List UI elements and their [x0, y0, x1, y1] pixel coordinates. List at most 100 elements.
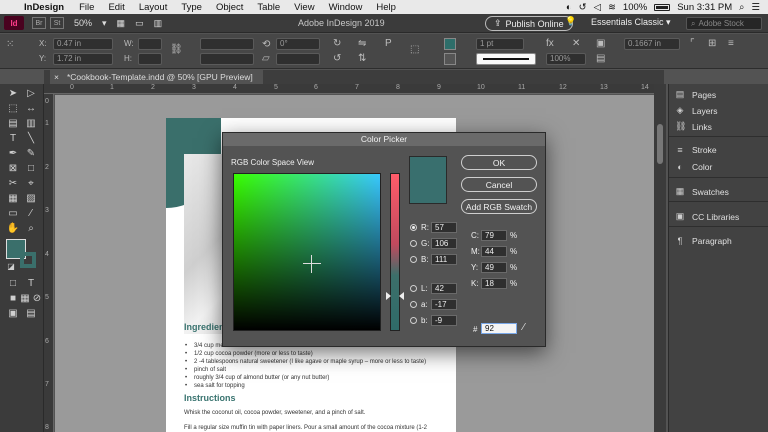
list-item[interactable]: roughly 3/4 cup of almond butter (or any… — [185, 375, 329, 381]
cancel-button[interactable]: Cancel — [461, 177, 537, 192]
chevron-down-icon[interactable]: ▾ — [102, 18, 107, 29]
panel-swatches[interactable]: ▦ Swatches — [675, 186, 729, 197]
ok-button[interactable]: OK — [461, 155, 537, 170]
rectangle-frame-tool-icon[interactable]: ⊠ — [6, 162, 20, 175]
eyedropper-tool-icon[interactable]: ⁄ — [24, 207, 38, 220]
instruction-paragraph[interactable]: Whisk the coconut oil, cocoa powder, swe… — [184, 410, 365, 416]
b-field[interactable]: 111 — [431, 254, 457, 265]
list-item[interactable]: 2 -4 tablespoons natural sweetener (I li… — [185, 359, 426, 365]
clear-effects-icon[interactable]: ✕ — [572, 38, 580, 49]
a-radio[interactable] — [410, 301, 417, 308]
lab-b-field[interactable]: -9 — [431, 315, 457, 326]
instructions-heading[interactable]: Instructions — [184, 393, 236, 403]
document-tab[interactable]: × *Cookbook-Template.indd @ 50% [GPU Pre… — [50, 70, 263, 84]
wrap-icon[interactable]: ▣ — [596, 38, 605, 49]
menu-edit[interactable]: Edit — [101, 2, 131, 13]
corner-options-icon[interactable]: ⌜ — [690, 38, 695, 49]
flip-indicator-icon[interactable]: P — [385, 38, 392, 49]
align-icon[interactable]: ▤ — [596, 53, 605, 64]
r-radio[interactable] — [410, 224, 417, 231]
rotate-ccw-icon[interactable]: ↺ — [333, 53, 341, 64]
timemachine-icon[interactable]: ↺ — [579, 2, 587, 13]
stroke-color-swatch[interactable] — [20, 252, 36, 268]
hand-tool-icon[interactable]: ✋ — [6, 222, 20, 235]
wifi-icon[interactable]: ≋ — [608, 2, 616, 13]
search-icon[interactable]: ⌕ — [739, 2, 744, 13]
dimension-field[interactable]: 0.1667 in — [624, 38, 680, 50]
gradient-feather-tool-icon[interactable]: ▨ — [24, 192, 38, 205]
list-item[interactable]: 1/2 cup cocoa powder (more or less to ta… — [185, 351, 313, 357]
rectangle-tool-icon[interactable]: □ — [24, 162, 38, 175]
x-field[interactable]: 0.47 in — [53, 38, 113, 50]
add-rgb-swatch-button[interactable]: Add RGB Swatch — [461, 199, 537, 214]
scissors-tool-icon[interactable]: ✂ — [6, 177, 20, 190]
panel-links[interactable]: ⛓ Links — [675, 121, 712, 132]
y-field[interactable]: 49 — [481, 262, 507, 273]
menu-view[interactable]: View — [287, 2, 321, 13]
menu-table[interactable]: Table — [250, 2, 287, 13]
vertical-scrollbar[interactable] — [654, 84, 666, 432]
free-transform-tool-icon[interactable]: ⌖ — [24, 177, 38, 190]
pencil-tool-icon[interactable]: ✎ — [24, 147, 38, 160]
menu-layout[interactable]: Layout — [132, 2, 175, 13]
bridge-button[interactable]: Br — [32, 17, 46, 29]
menu-help[interactable]: Help — [369, 2, 403, 13]
menu-app-name[interactable]: InDesign — [22, 2, 72, 13]
publish-online-button[interactable]: ⇪ Publish Online — [485, 16, 573, 31]
fill-swatch[interactable] — [444, 38, 456, 50]
constrain-proportions-icon[interactable]: ⛓ — [170, 44, 183, 55]
color-field[interactable] — [233, 173, 381, 331]
list-item[interactable]: pinch of salt — [185, 367, 226, 373]
g-radio[interactable] — [410, 240, 417, 247]
k-field[interactable]: 18 — [481, 278, 507, 289]
workspace-switcher[interactable]: Essentials Classic ▾ — [591, 17, 671, 28]
l-radio[interactable] — [410, 285, 417, 292]
gradient-swatch-tool-icon[interactable]: ▦ — [6, 192, 20, 205]
eyedropper-icon[interactable]: ⁄ — [523, 322, 525, 333]
view-options-icon[interactable]: ▦ — [117, 18, 126, 29]
select-container-icon[interactable]: ⬚ — [410, 44, 419, 55]
scrollbar-thumb[interactable] — [657, 124, 663, 164]
w-field[interactable] — [138, 38, 162, 50]
zoom-tool-icon[interactable]: ⌕ — [24, 222, 38, 235]
panel-paragraph[interactable]: ¶ Paragraph — [675, 236, 732, 246]
panel-color[interactable]: ◐ Color — [675, 162, 712, 172]
line-tool-icon[interactable]: ╲ — [24, 132, 38, 145]
opacity-field[interactable]: 100% — [546, 53, 586, 65]
stroke-type-dropdown[interactable] — [476, 53, 536, 65]
lightbulb-icon[interactable]: 💡 — [565, 16, 576, 27]
selection-tool-icon[interactable]: ➤ — [6, 87, 20, 100]
stock-button[interactable]: St — [50, 17, 64, 29]
menu-type[interactable]: Type — [174, 2, 209, 13]
reference-point-icon[interactable]: ⁙ — [6, 39, 14, 50]
zoom-control[interactable]: 50% ▾ ▦ ▭ ▥ — [74, 18, 162, 29]
c-field[interactable]: 79 — [481, 230, 507, 241]
panel-cc-libraries[interactable]: ▣ CC Libraries — [675, 211, 740, 222]
h-field[interactable] — [138, 53, 162, 65]
zoom-value[interactable]: 50% — [74, 18, 92, 28]
fx-icon[interactable]: fx — [546, 38, 554, 49]
color-slider[interactable] — [390, 173, 400, 331]
menu-object[interactable]: Object — [209, 2, 250, 13]
stroke-swatch[interactable] — [444, 53, 456, 65]
apply-none-icon[interactable]: ⊘ — [30, 292, 44, 305]
y-field[interactable]: 1.72 in — [53, 53, 113, 65]
panel-stroke[interactable]: ≡ Stroke — [675, 145, 716, 155]
flip-horizontal-icon[interactable]: ⇋ — [358, 38, 366, 49]
frame-fitting-icon[interactable]: ⊞ — [708, 38, 716, 49]
l-field[interactable]: 42 — [431, 283, 457, 294]
b-radio[interactable] — [410, 256, 417, 263]
hex-field[interactable]: 92 — [481, 323, 517, 334]
lab-b-radio[interactable] — [410, 317, 417, 324]
slider-arrow-left-icon[interactable] — [386, 292, 391, 300]
vertical-ruler[interactable]: 0 1 2 3 4 5 6 7 8 — [44, 94, 54, 432]
instruction-paragraph[interactable]: Fill a regular size muffin tin with pape… — [184, 425, 427, 431]
panel-pages[interactable]: ▤ Pages — [675, 89, 716, 100]
crosshair-icon[interactable] — [303, 255, 321, 273]
formatting-text-icon[interactable]: T — [24, 277, 38, 290]
rotate-cw-icon[interactable]: ↻ — [333, 38, 341, 49]
default-colors-icon[interactable]: ◪ — [4, 260, 18, 273]
stroke-weight-field[interactable]: 1 pt — [476, 38, 524, 50]
rotation-field[interactable]: 0° — [276, 38, 320, 50]
volume-icon[interactable]: ◁ — [594, 2, 601, 13]
